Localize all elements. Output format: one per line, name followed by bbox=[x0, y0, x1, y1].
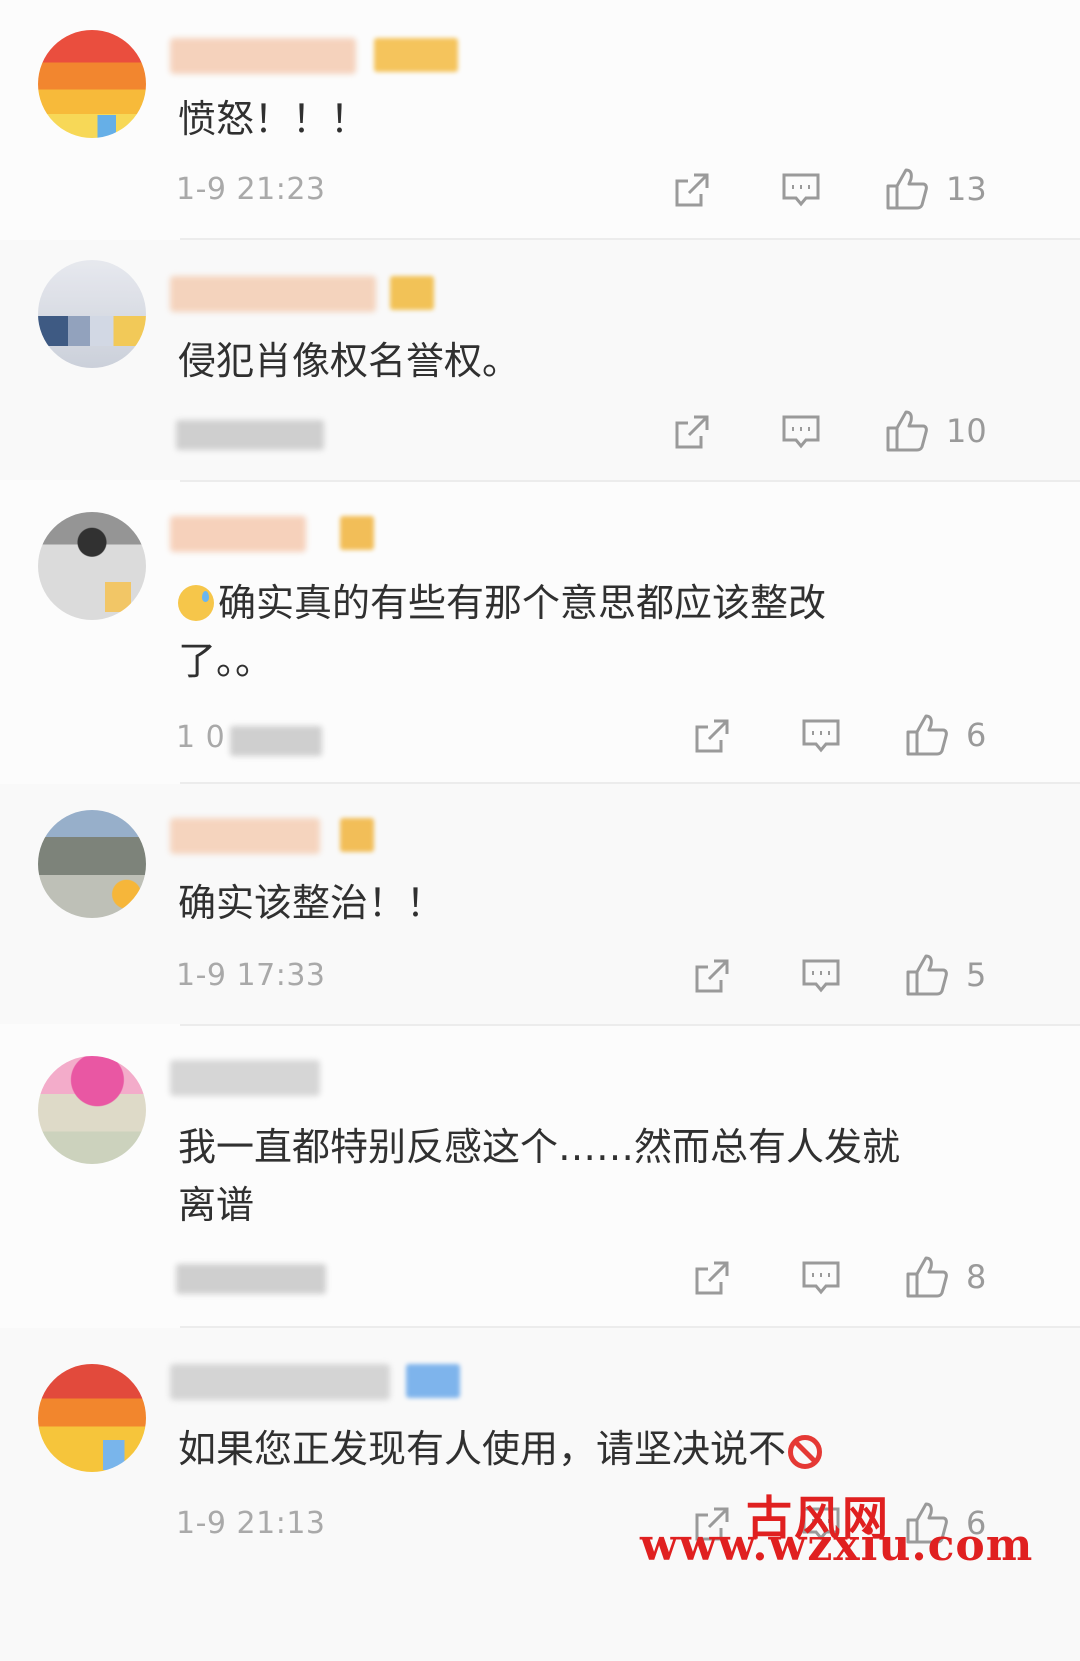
reply-button[interactable] bbox=[800, 1258, 842, 1298]
comment-icon bbox=[802, 719, 840, 753]
avatar[interactable] bbox=[38, 810, 146, 918]
comment-text: 侵犯肖像权名誉权。 bbox=[178, 339, 521, 383]
like-count: 5 bbox=[966, 956, 987, 994]
avatar[interactable] bbox=[38, 260, 146, 368]
comment-text: 我一直都特别反感这个……然而总有人发就 离谱 bbox=[178, 1125, 901, 1227]
share-button[interactable] bbox=[692, 956, 732, 996]
like-button[interactable]: 8 bbox=[904, 1254, 986, 1300]
comment-item: 确实该整治！！ 1-9 17:33 5 bbox=[0, 784, 1080, 1024]
user-badge-blurred bbox=[374, 38, 458, 72]
comment-time: 1-9 21:13 bbox=[176, 1506, 326, 1541]
avatar[interactable] bbox=[38, 512, 146, 620]
thumbs-up-icon bbox=[886, 168, 928, 210]
share-button[interactable] bbox=[692, 716, 732, 756]
comment-item: 侵犯肖像权名誉权。 10 bbox=[0, 240, 1080, 480]
share-icon bbox=[675, 173, 709, 207]
like-count: 13 bbox=[946, 170, 987, 208]
like-count: 8 bbox=[966, 1258, 987, 1296]
username-blurred[interactable] bbox=[170, 1060, 320, 1096]
comment-icon bbox=[802, 959, 840, 993]
comment-time-blurred bbox=[230, 726, 322, 756]
comment-time-blurred bbox=[176, 1264, 326, 1294]
share-button[interactable] bbox=[692, 1258, 732, 1298]
watermark: 古风网 www.wzxiu.com bbox=[640, 1482, 1032, 1571]
watermark-url: www.wzxiu.com bbox=[640, 1520, 1034, 1571]
like-button[interactable]: 13 bbox=[884, 166, 987, 212]
reply-button[interactable] bbox=[800, 716, 842, 756]
avatar[interactable] bbox=[38, 30, 146, 138]
share-icon bbox=[695, 719, 729, 753]
comment-icon bbox=[782, 415, 820, 449]
user-badge-blurred bbox=[340, 818, 374, 852]
like-button[interactable]: 10 bbox=[884, 408, 987, 454]
comment-icon bbox=[782, 173, 820, 207]
user-badge-blurred bbox=[340, 516, 374, 550]
share-button[interactable] bbox=[672, 412, 712, 452]
comment-time-blurred bbox=[176, 420, 324, 450]
username-blurred[interactable] bbox=[170, 276, 376, 312]
avatar[interactable] bbox=[38, 1056, 146, 1164]
sad-sweat-emoji-icon bbox=[178, 585, 214, 621]
comment-time: 1-9 17:33 bbox=[176, 958, 326, 993]
reply-button[interactable] bbox=[780, 412, 822, 452]
thumbs-up-icon bbox=[906, 954, 948, 996]
like-button[interactable]: 5 bbox=[904, 952, 986, 998]
reply-button[interactable] bbox=[780, 170, 822, 210]
comment-text: 确实真的有些有那个意思都应该整改 了。。 bbox=[178, 581, 827, 683]
comment-icon bbox=[802, 1261, 840, 1295]
thumbs-up-icon bbox=[886, 410, 928, 452]
comment-item: 确实真的有些有那个意思都应该整改 了。。 1 0 6 bbox=[0, 482, 1080, 782]
thumbs-up-icon bbox=[906, 1256, 948, 1298]
prohibited-icon bbox=[788, 1435, 823, 1469]
comment-time: 1-9 21:23 bbox=[176, 172, 326, 207]
thumbs-up-icon bbox=[906, 714, 948, 756]
share-button[interactable] bbox=[672, 170, 712, 210]
comment-text: 如果您正发现有人使用，请坚决说不 bbox=[178, 1420, 978, 1478]
comment-text: 愤怒！！！ bbox=[178, 97, 369, 141]
reply-button[interactable] bbox=[800, 956, 842, 996]
comment-time: 1 0 bbox=[176, 720, 226, 755]
avatar[interactable] bbox=[38, 1364, 146, 1472]
share-icon bbox=[695, 959, 729, 993]
like-count: 6 bbox=[966, 716, 987, 754]
user-badge-blurred bbox=[390, 276, 434, 310]
share-icon bbox=[675, 415, 709, 449]
share-icon bbox=[695, 1261, 729, 1295]
like-count: 10 bbox=[946, 412, 987, 450]
comment-item: 我一直都特别反感这个……然而总有人发就 离谱 8 bbox=[0, 1026, 1080, 1326]
comment-text: 确实该整治！！ bbox=[178, 881, 445, 925]
username-blurred[interactable] bbox=[170, 38, 356, 74]
user-badge-blurred bbox=[406, 1364, 460, 1398]
username-blurred[interactable] bbox=[170, 818, 320, 854]
comment-item: 愤怒！！！ 1-9 21:23 13 bbox=[0, 0, 1080, 240]
username-blurred[interactable] bbox=[170, 516, 306, 552]
username-blurred[interactable] bbox=[170, 1364, 390, 1400]
like-button[interactable]: 6 bbox=[904, 712, 986, 758]
